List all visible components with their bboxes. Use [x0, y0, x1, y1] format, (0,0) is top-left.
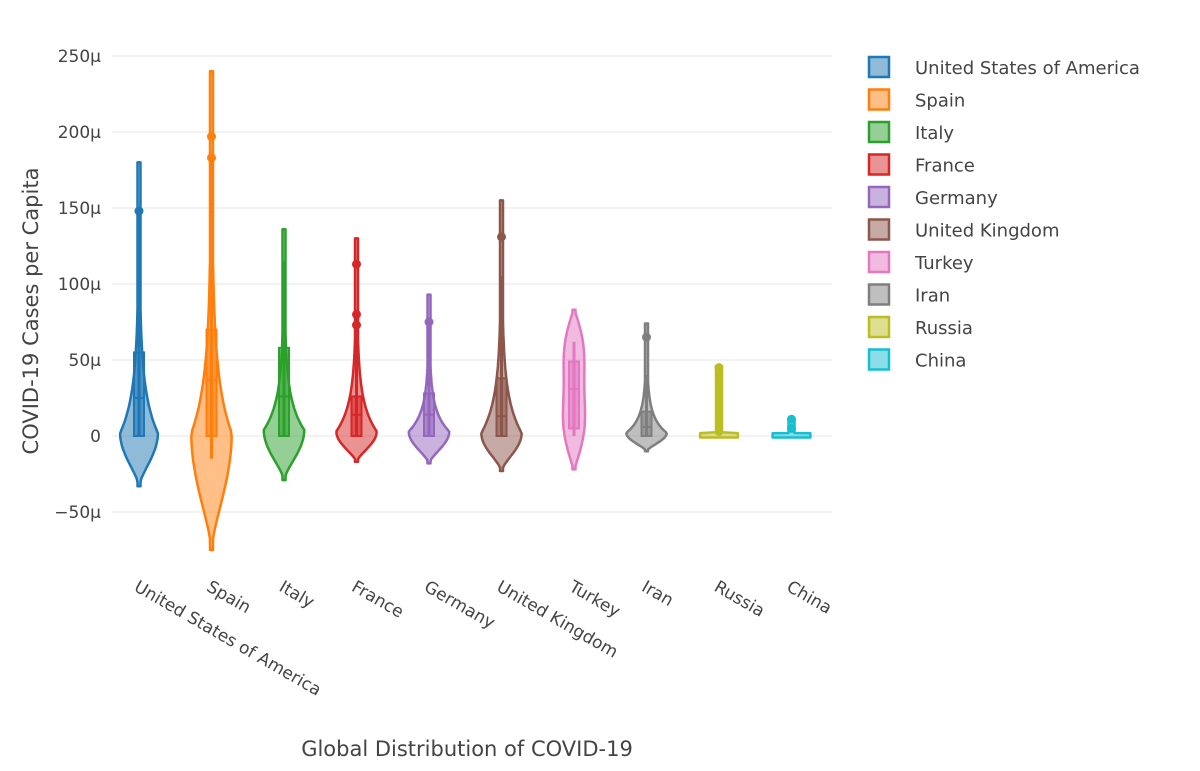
x-tick-label: Germany: [421, 577, 499, 633]
violin-united-states-of-america[interactable]: [118, 161, 160, 488]
y-tick-label: 200μ: [58, 123, 101, 143]
outlier-point: [134, 206, 144, 216]
legend-item-united-kingdom[interactable]: United Kingdom: [867, 218, 1059, 242]
y-tick-label: −50μ: [54, 503, 101, 523]
x-tick-label: Spain: [203, 577, 254, 618]
outlier-point: [642, 332, 651, 342]
legend-item-united-states-of-america[interactable]: United States of America: [867, 55, 1140, 79]
box: [133, 351, 145, 437]
violin-italy[interactable]: [262, 228, 306, 482]
legend-swatch: [867, 120, 891, 144]
violin-germany[interactable]: [407, 293, 451, 465]
outlier-point: [497, 232, 506, 242]
outlier-point: [352, 259, 361, 269]
legend-label: China: [915, 351, 966, 372]
y-tick-label: 150μ: [58, 199, 101, 219]
outlier-point: [787, 423, 796, 433]
legend-label: United Kingdom: [915, 221, 1059, 242]
legend-label: United States of America: [915, 58, 1140, 79]
x-tick-label: Italy: [276, 577, 318, 613]
legend-swatch: [867, 88, 891, 111]
outlier-point: [352, 320, 361, 330]
box: [205, 328, 218, 438]
legend-label: Iran: [915, 286, 950, 307]
outlier-point: [352, 309, 361, 319]
legend[interactable]: United States of America Spain Italy France…: [867, 55, 1140, 372]
outlier-point: [207, 132, 216, 142]
box: [278, 346, 290, 437]
y-tick-label: 100μ: [58, 275, 101, 295]
outlier-point: [424, 317, 434, 327]
violins: [118, 69, 812, 552]
x-tick-label: France: [348, 577, 407, 623]
legend-item-italy[interactable]: Italy: [867, 120, 954, 144]
violin-united-kingdom[interactable]: [480, 199, 523, 473]
x-tick-label: China: [783, 577, 835, 619]
box: [568, 360, 580, 430]
y-tick-label: 0: [90, 427, 101, 447]
violin-turkey[interactable]: [561, 308, 587, 471]
legend-item-france[interactable]: France: [867, 153, 975, 177]
violin-russia[interactable]: [698, 363, 740, 439]
legend-item-germany[interactable]: Germany: [867, 185, 998, 209]
violin-spain[interactable]: [190, 69, 233, 552]
violin-france[interactable]: [335, 237, 378, 464]
legend-item-russia[interactable]: Russia: [867, 315, 973, 339]
y-axis-title: COVID-19 Cases per Capita: [19, 168, 43, 455]
point-stack: [715, 367, 723, 436]
x-tick-label: Russia: [711, 577, 768, 622]
legend-swatch: [867, 218, 891, 241]
legend-item-iran[interactable]: Iran: [867, 283, 950, 307]
legend-label: Spain: [915, 91, 965, 112]
x-tick-label: United Kingdom: [493, 577, 621, 663]
legend-swatch: [867, 315, 891, 339]
legend-swatch: [867, 55, 891, 79]
box: [350, 395, 363, 438]
legend-item-china[interactable]: China: [867, 348, 966, 372]
y-tick-label: 50μ: [69, 351, 102, 371]
x-axis-title: Global Distribution of COVID-19: [301, 737, 633, 761]
x-axis-ticks: United States of AmericaSpain Italy France…: [131, 577, 836, 701]
legend-label: Germany: [915, 188, 998, 209]
legend-label: Turkey: [914, 253, 974, 274]
y-tick-label: 250μ: [58, 47, 101, 67]
x-tick-label: Iran: [638, 577, 677, 611]
legend-swatch: [867, 250, 891, 274]
violin-iran[interactable]: [625, 322, 668, 453]
legend-item-spain[interactable]: Spain: [867, 88, 965, 112]
legend-label: France: [915, 156, 975, 177]
legend-swatch: [867, 153, 891, 176]
box: [640, 410, 653, 437]
legend-swatch: [867, 185, 891, 209]
violin-china[interactable]: [771, 414, 812, 439]
outlier-point: [207, 153, 216, 163]
box: [495, 377, 508, 437]
legend-item-turkey[interactable]: Turkey: [867, 250, 974, 274]
x-tick-label: Turkey: [565, 577, 624, 622]
legend-swatch: [867, 283, 891, 306]
violin-chart: −50μ 0 50μ 100μ 150μ 200μ 250μ United States o…: [19, 47, 1140, 761]
outlier-point: [787, 414, 796, 424]
legend-label: Russia: [915, 318, 973, 339]
legend-swatch: [867, 348, 891, 371]
legend-label: Italy: [915, 123, 954, 144]
y-axis-ticks: −50μ 0 50μ 100μ 150μ 200μ 250μ: [54, 47, 101, 523]
